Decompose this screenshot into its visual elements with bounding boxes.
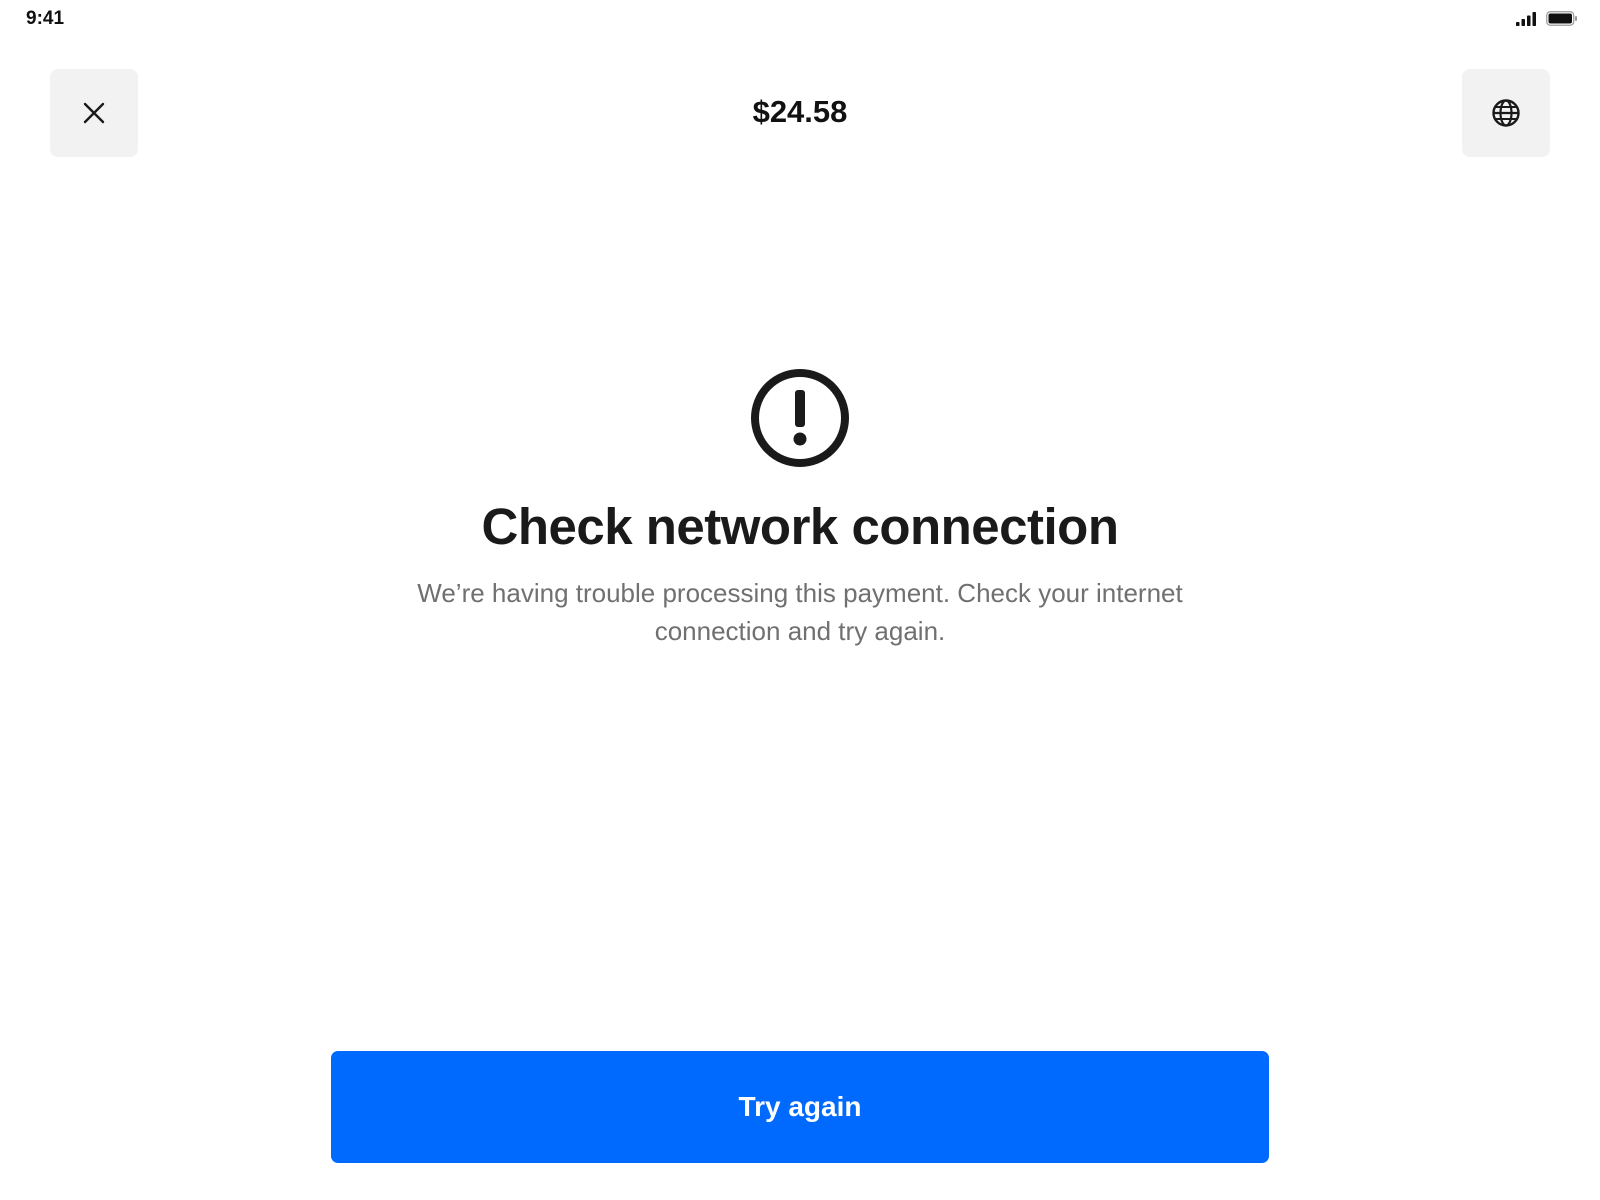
payment-amount: $24.58: [752, 94, 848, 129]
battery-icon: [1546, 11, 1577, 26]
alert-circle-icon: [751, 369, 849, 467]
try-again-label: Try again: [738, 1091, 862, 1122]
status-icons: [1516, 11, 1578, 26]
error-title: Check network connection: [481, 498, 1119, 555]
status-bar: 9:41: [0, 0, 1600, 40]
error-message: We’re having trouble processing this pay…: [417, 578, 1183, 646]
status-time: 9:41: [26, 8, 65, 29]
cellular-signal-icon: [1516, 11, 1536, 26]
try-again-button[interactable]: Try again: [331, 1051, 1269, 1163]
globe-icon: [1492, 99, 1520, 127]
language-button[interactable]: [1462, 69, 1550, 157]
